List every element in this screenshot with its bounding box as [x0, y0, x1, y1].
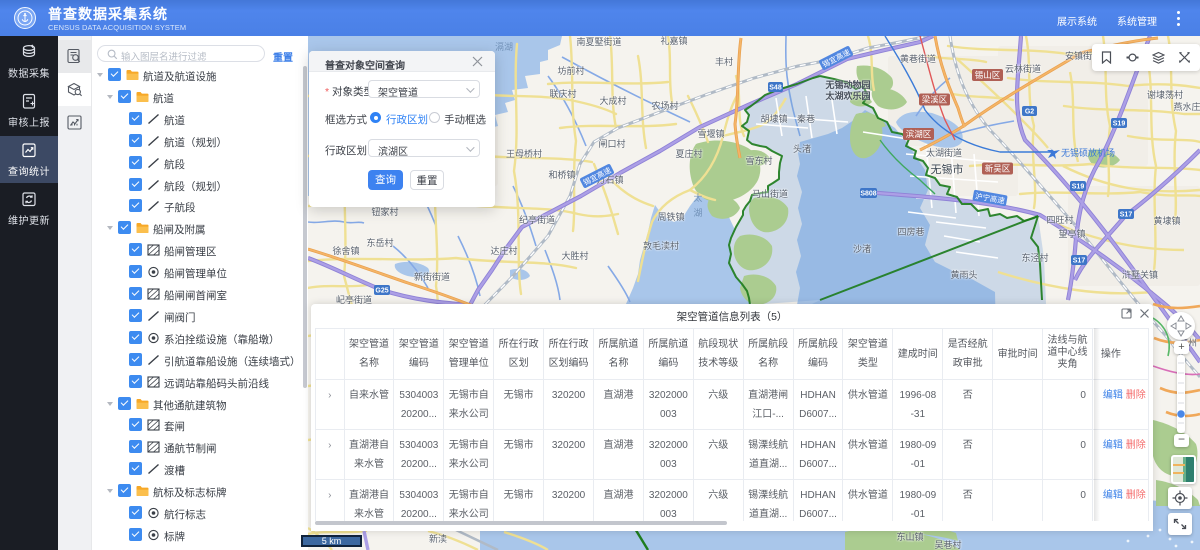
svg-text:礼嘉镇: 礼嘉镇 [660, 36, 687, 46]
svg-text:雪堰镇: 雪堰镇 [697, 128, 724, 139]
svg-text:太: 太 [693, 192, 702, 203]
svg-text:梁溪区: 梁溪区 [922, 95, 948, 105]
svg-text:马山街道: 马山街道 [752, 188, 788, 199]
svg-text:联庆村: 联庆村 [549, 88, 576, 99]
svg-text:黄巷街道: 黄巷街道 [900, 53, 936, 64]
svg-text:太湖街道: 太湖街道 [926, 147, 962, 158]
svg-text:S808: S808 [860, 191, 876, 198]
svg-text:徐舍镇: 徐舍镇 [332, 245, 359, 256]
svg-text:无锡市: 无锡市 [931, 162, 964, 176]
svg-text:滨湖区: 滨湖区 [906, 129, 932, 139]
svg-text:东泾村: 东泾村 [1021, 252, 1048, 263]
svg-text:胡埭镇: 胡埭镇 [760, 113, 787, 124]
svg-text:锡山区: 锡山区 [975, 70, 1001, 80]
svg-text:无锡硕放机场: 无锡硕放机场 [1061, 147, 1115, 158]
svg-text:敦毛渎村: 敦毛渎村 [643, 240, 679, 251]
svg-text:新渎: 新渎 [429, 533, 447, 544]
svg-text:无锡动物园: 无锡动物园 [824, 79, 870, 90]
svg-text:G25: G25 [375, 288, 388, 295]
svg-text:夏庄村: 夏庄村 [675, 148, 702, 159]
svg-text:S17: S17 [1073, 258, 1086, 265]
svg-text:滆湖: 滆湖 [495, 42, 513, 52]
svg-text:农场村: 农场村 [651, 100, 678, 111]
svg-text:头渚: 头渚 [793, 144, 811, 154]
svg-text:新街街道: 新街街道 [414, 271, 450, 282]
svg-text:谢埭荡村: 谢埭荡村 [1147, 89, 1183, 100]
svg-text:钮家村: 钮家村 [371, 206, 398, 217]
svg-text:S48: S48 [769, 85, 782, 92]
svg-text:东山镇: 东山镇 [896, 531, 923, 542]
svg-text:丰村: 丰村 [715, 56, 733, 67]
svg-text:雪东村: 雪东村 [745, 155, 772, 166]
svg-text:燕水庄: 燕水庄 [1173, 101, 1200, 112]
svg-text:大胜村: 大胜村 [561, 250, 588, 261]
svg-text:太湖欢乐园: 太湖欢乐园 [824, 90, 870, 101]
svg-text:纪亭街道: 纪亭街道 [519, 214, 555, 225]
svg-text:四旺村: 四旺村 [1046, 214, 1073, 225]
svg-text:王母桥村: 王母桥村 [506, 148, 542, 159]
svg-text:S19: S19 [1113, 121, 1126, 128]
svg-text:湖: 湖 [693, 208, 702, 218]
svg-text:G2: G2 [1025, 109, 1034, 116]
svg-text:达庄村: 达庄村 [490, 245, 517, 256]
svg-text:浒墅关镇: 浒墅关镇 [1122, 269, 1158, 280]
svg-text:周铁镇: 周铁镇 [657, 211, 684, 222]
svg-text:和桥镇: 和桥镇 [548, 169, 575, 180]
svg-text:沙渚: 沙渚 [853, 244, 871, 254]
svg-text:闸口村: 闸口村 [598, 138, 625, 149]
svg-text:云林街道: 云林街道 [1005, 63, 1041, 74]
svg-text:望亭镇: 望亭镇 [1058, 228, 1085, 239]
svg-text:吴巷村: 吴巷村 [934, 539, 961, 550]
svg-text:南夏墅街道: 南夏墅街道 [576, 36, 621, 47]
svg-text:大成村: 大成村 [599, 95, 626, 106]
svg-text:秦巷: 秦巷 [797, 113, 815, 124]
svg-text:四房巷: 四房巷 [897, 226, 924, 237]
svg-text:S19: S19 [1072, 184, 1085, 191]
svg-text:东岳村: 东岳村 [366, 237, 393, 248]
svg-text:黄埭镇: 黄埭镇 [1153, 215, 1180, 226]
svg-text:新吴区: 新吴区 [985, 164, 1011, 174]
svg-text:黄雨头: 黄雨头 [950, 269, 977, 280]
svg-text:坊前村: 坊前村 [557, 65, 584, 76]
svg-text:S17: S17 [1120, 212, 1133, 219]
